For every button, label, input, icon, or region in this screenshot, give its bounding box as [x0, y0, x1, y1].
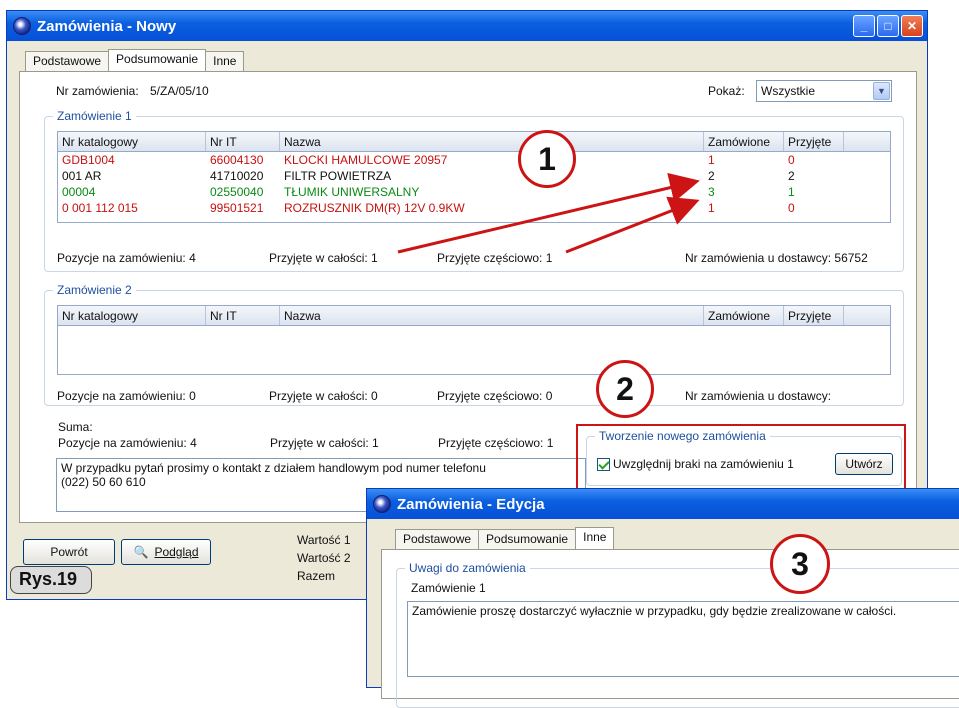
arrow-to-row-3	[565, 196, 700, 254]
arrow-to-row-2	[397, 172, 700, 254]
callout-2: 2	[596, 360, 654, 418]
callout-3: 3	[770, 534, 830, 594]
callout-1: 1	[518, 130, 576, 188]
